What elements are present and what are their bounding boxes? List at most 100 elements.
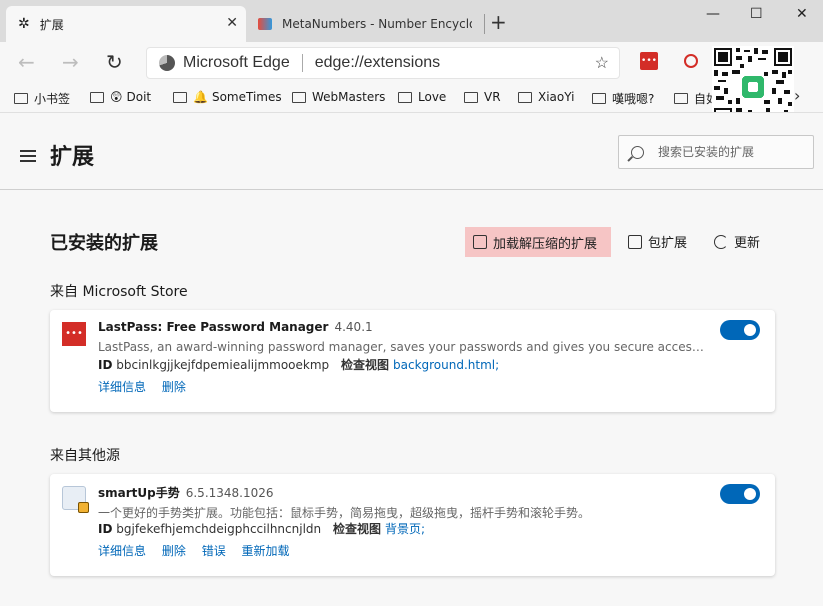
details-link[interactable]: 详细信息 — [98, 380, 146, 394]
extension-name-line: smartUp手势 6.5.1348.1026 — [98, 484, 274, 501]
menu-icon[interactable] — [20, 150, 36, 165]
lastpass-toolbar-icon[interactable]: ••• — [640, 52, 658, 70]
bookmark-label: Doit — [126, 90, 152, 104]
bookmark-label: Love — [418, 90, 447, 104]
extension-enable-toggle[interactable] — [720, 484, 760, 504]
details-link[interactable]: 详细信息 — [98, 544, 146, 558]
bookmark-label: SomeTimes — [211, 90, 282, 104]
folder-icon — [173, 91, 187, 103]
inspect-views-label: 检查视图 — [340, 358, 389, 372]
installed-extensions-title: 已安装的扩展 — [50, 233, 158, 254]
update-button[interactable]: 更新 — [714, 232, 760, 251]
bookmark-folder[interactable]: XiaoYi — [518, 90, 575, 104]
minimize-icon[interactable]: — — [706, 6, 720, 22]
search-icon — [631, 145, 644, 159]
reload-link[interactable]: 重新加载 — [242, 544, 290, 558]
source-label-store: 来自 Microsoft Store — [50, 284, 188, 300]
bookmark-label: 小书签 — [34, 92, 71, 106]
extension-version: 6.5.1348.1026 — [185, 486, 274, 500]
folder-icon — [292, 91, 306, 103]
load-unpacked-label: 加载解压缩的扩展 — [493, 236, 598, 252]
search-box[interactable] — [618, 135, 814, 169]
search-input[interactable] — [658, 145, 808, 159]
folder-icon — [592, 93, 606, 104]
address-divider — [301, 54, 303, 72]
extension-id: bgjfekefhjemchdeigphccilhncnjldn — [116, 522, 322, 536]
lastpass-logo-icon: ••• — [62, 322, 86, 346]
extension-name: smartUp手势 — [98, 486, 180, 500]
warning-badge-icon — [78, 502, 89, 513]
refresh-icon[interactable]: ↻ — [106, 50, 123, 74]
tab-label: MetaNumbers - Number Encyclo — [282, 17, 472, 31]
smartup-toolbar-icon[interactable] — [684, 54, 698, 68]
forward-icon[interactable]: → — [62, 50, 79, 74]
puzzle-icon: ✲ — [18, 16, 30, 32]
bookmark-label: VR — [484, 90, 501, 104]
tab-divider — [484, 14, 485, 34]
pack-extension-label: 包扩展 — [648, 236, 688, 251]
inspect-views-label: 检查视图 — [332, 522, 381, 536]
maximize-icon[interactable]: ☐ — [750, 6, 763, 22]
address-bar[interactable]: Microsoft Edge edge://extensions ☆ — [146, 47, 620, 79]
tab-metanumbers[interactable]: MetaNumbers - Number Encyclo — [248, 6, 484, 42]
extension-id: bbcinlkgjjkejfdpemiealijmmooekmp — [116, 358, 330, 372]
bookmark-label: WebMasters — [312, 90, 386, 104]
id-label: ID — [98, 522, 113, 536]
close-window-icon[interactable]: ✕ — [796, 6, 808, 22]
extension-version: 4.40.1 — [334, 320, 373, 334]
bookmark-folder[interactable]: 小书签 — [14, 90, 70, 107]
edge-logo-icon — [159, 55, 175, 71]
favorite-star-icon[interactable]: ☆ — [595, 53, 609, 73]
extension-actions: 详细信息 删除 — [98, 378, 198, 395]
extension-id-line: ID bgjfekefhjemchdeigphccilhncnjldn 检查视图… — [98, 520, 425, 537]
folder-icon — [518, 91, 532, 103]
package-icon — [628, 234, 642, 249]
extension-name-line: LastPass: Free Password Manager 4.40.1 — [98, 320, 373, 334]
pack-extension-button[interactable]: 包扩展 — [628, 232, 687, 251]
bookmark-folder[interactable]: VR — [464, 90, 501, 104]
remove-link[interactable]: 删除 — [162, 544, 186, 558]
bookmark-folder[interactable]: 😲 Doit — [90, 90, 151, 104]
extension-card-smartup: smartUp手势 6.5.1348.1026 一个更好的手势类扩展。功能包括：鼠… — [50, 474, 775, 576]
folder-open-icon — [473, 235, 487, 249]
update-label: 更新 — [734, 236, 761, 251]
folder-icon — [90, 91, 104, 103]
inspect-view-link[interactable]: background.html; — [393, 358, 499, 372]
id-label: ID — [98, 358, 113, 372]
load-unpacked-button[interactable]: 加载解压缩的扩展 — [465, 227, 611, 257]
page-title: 扩展 — [50, 145, 95, 170]
folder-icon — [464, 91, 478, 103]
emoji-icon: 😲 — [110, 90, 123, 104]
close-tab-icon[interactable]: ✕ — [226, 15, 238, 31]
bookmark-folder[interactable]: Love — [398, 90, 446, 104]
bell-icon: 🔔 — [193, 90, 208, 104]
extension-enable-toggle[interactable] — [720, 320, 760, 340]
refresh-icon — [714, 234, 728, 249]
folder-icon — [398, 91, 412, 103]
extension-description: 一个更好的手势类扩展。功能包括：鼠标手势，简易拖曳，超级拖曳，摇杆手势和滚轮手势… — [98, 506, 591, 520]
bookmarks-bar: 小书签 😲 Doit 🔔 SomeTimes WebMasters Love VR … — [0, 84, 823, 112]
address-brand: Microsoft Edge — [183, 54, 290, 71]
address-url[interactable]: edge://extensions — [315, 54, 440, 72]
favicon-icon — [258, 18, 272, 30]
extension-id-line: ID bbcinlkgjjkejfdpemiealijmmooekmp 检查视图… — [98, 356, 499, 373]
extension-description: LastPass, an award-winning password mana… — [98, 340, 710, 354]
chevron-right-icon[interactable]: › — [794, 86, 800, 105]
extension-card-lastpass: ••• LastPass: Free Password Manager 4.40.… — [50, 310, 775, 412]
back-icon[interactable]: ← — [18, 50, 35, 74]
bookmark-folder[interactable]: 嘆哦嗯? — [592, 90, 654, 107]
remove-link[interactable]: 删除 — [162, 380, 186, 394]
errors-link[interactable]: 错误 — [202, 544, 226, 558]
bookmark-folder[interactable]: 🔔 SomeTimes — [173, 90, 282, 104]
new-tab-icon[interactable]: + — [490, 10, 507, 34]
bookmark-folder[interactable]: WebMasters — [292, 90, 385, 104]
smartup-logo-icon — [62, 486, 89, 513]
page-header: 扩展 — [0, 112, 823, 190]
inspect-view-link[interactable]: 背景页; — [385, 522, 425, 536]
folder-icon — [14, 93, 28, 104]
toolbar: ← → ↻ Microsoft Edge edge://extensions ☆… — [0, 42, 823, 84]
folder-icon — [674, 93, 688, 104]
tab-extensions[interactable]: ✲ 扩展 ✕ — [6, 6, 246, 42]
tab-label: 扩展 — [39, 17, 64, 32]
extension-name: LastPass: Free Password Manager — [98, 320, 329, 334]
